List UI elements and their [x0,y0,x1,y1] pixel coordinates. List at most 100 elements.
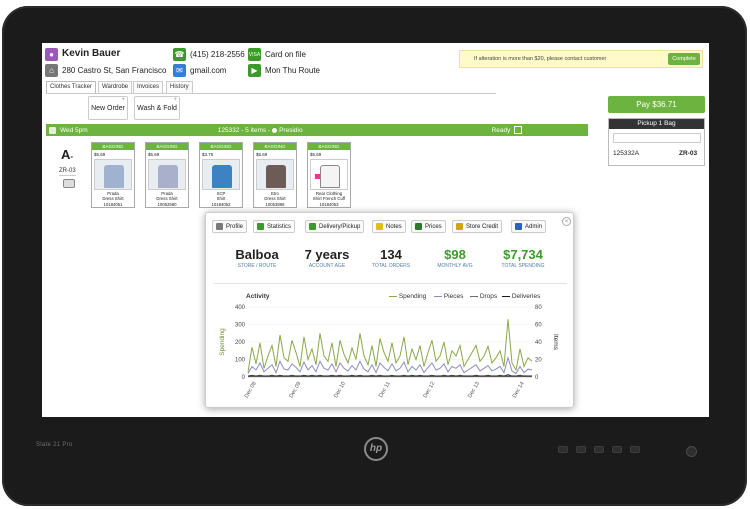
customer-email[interactable]: gmail.com [190,66,226,75]
legend-swatch [389,295,397,298]
legend-swatch [470,295,478,298]
app-screen: ● Kevin Bauer ⌂ 280 Castro St, San Franc… [42,43,709,417]
monitor-model-label: Slate 21 Pro [36,442,73,448]
stat-total-orders: 134 TOTAL ORDERS [371,247,411,269]
x-tick-label: Dec 13 [467,381,481,399]
bezel-button[interactable] [576,446,586,453]
tab-history[interactable]: History [166,81,193,93]
series-line-spending [247,319,533,372]
shirt-icon [320,165,340,188]
bin-code: ZR-03 [59,168,76,176]
garment-description: Etro Dress Shirt 10053896 [264,191,286,207]
modal-tab-profile[interactable]: Profile [212,220,248,233]
user-icon: ● [45,48,58,61]
close-icon[interactable]: × [562,217,571,226]
pickup-code: ZR-03 [679,150,698,157]
complete-button[interactable]: Complete [668,53,700,65]
truck-icon: ▶ [248,64,261,77]
modal-tab-delivery[interactable]: Delivery/Pickup [305,220,365,233]
ready-checkbox[interactable] [514,126,523,134]
y2-tick-label: 20 [535,358,542,364]
garment-photo [94,159,132,190]
garment-card[interactable]: BAGGING $5.69 Etro Dress Shirt 10053896 [253,142,297,208]
order-day: Wed 5pm [60,126,88,134]
shirt-icon [212,165,232,188]
legend-swatch [434,295,442,298]
tab-wardrobe[interactable]: Wardrobe [98,81,133,93]
stat-monthly-avg: $98 MONTHLY AVG [437,247,473,269]
modal-tab-notes[interactable]: Notes [372,220,406,233]
garment-photo [202,159,240,190]
activity-chart: 0 100 200 300 400 0 20 40 60 80 Spending Items Dec 0… [219,305,559,399]
garment-description: Prada Dress Shirt 10052580 [156,191,178,207]
garment-description: Prada Dress Shirt 10184051 [102,191,124,207]
order-bar[interactable]: Wed 5pm 125332 - 5 items - Presidio Read… [46,124,588,136]
x-tick-label: Dec 10 [333,381,347,399]
bezel-button[interactable] [594,446,604,453]
x-tick-label: Dec 11 [378,381,392,399]
print-icon[interactable] [63,179,75,188]
garment-status: BAGGING [200,143,242,150]
garment-status: BAGGING [254,143,296,150]
pickup-order: 125332A [613,150,640,157]
modal-tab-prices[interactable]: Prices [411,220,446,233]
grade-mark: - [70,152,74,161]
statistics-icon [257,223,264,230]
garment-status: BAGGING [308,143,350,150]
hp-logo: hp [364,437,388,461]
card-on-file[interactable]: Card on file [265,50,306,59]
y-axis-label: Spending [219,328,226,356]
order-summary: 125332 - 5 items - [217,126,271,134]
y2-axis-label: Items [552,334,559,351]
delivery-icon [309,223,316,230]
email-icon: ✉ [173,64,186,77]
stat-total-spending: $7,734 TOTAL SPENDING [501,247,545,269]
garment-card[interactable]: BAGGING $5.69 Prada Dress Shirt 10052580 [145,142,189,208]
bezel-button[interactable] [630,446,640,453]
grade-letter: A [61,147,71,162]
legend-swatch [502,295,510,298]
series-line-pieces [247,355,533,375]
y-tick-label: 300 [235,323,246,329]
garment-description: SCP Shirt 10184052 [211,191,231,207]
garment-price: $3.75 [202,152,214,157]
order-status: Ready [491,126,511,134]
modal-tab-store-credit[interactable]: Store Credit [452,220,503,233]
x-tick-label: Dec 09 [288,381,302,399]
customer-stats-modal: × Profile Statistics Delivery/Pickup Not… [205,212,574,408]
home-icon: ⌂ [45,64,58,77]
route-days[interactable]: Mon Thu Route [265,66,320,75]
plus-icon: + [121,97,125,103]
customer-address[interactable]: 280 Castro St, San Francisco [62,66,167,75]
tab-invoices[interactable]: Invoices [133,81,164,93]
modal-tab-statistics[interactable]: Statistics [253,220,296,233]
alteration-notice: If alteration is more than $20, please c… [459,50,703,68]
tab-clothes-tracker[interactable]: Clothes Tracker [46,81,97,93]
modal-tab-admin[interactable]: Admin [511,220,547,233]
garment-photo [310,159,348,190]
power-button[interactable] [686,446,697,457]
shirt-icon [158,165,178,188]
customer-phone[interactable]: (415) 218-2556 [190,50,245,59]
stats-divider [214,283,567,284]
profile-icon [216,223,223,230]
new-order-button[interactable]: New Order + [88,96,128,120]
pay-button[interactable]: Pay $36.71 [608,96,705,113]
bezel-button[interactable] [612,446,622,453]
phone-icon: ☎ [173,48,186,61]
pickup-title: Pickup 1 Bag [609,119,704,129]
pickup-input[interactable] [613,133,701,143]
shirt-icon [266,165,286,188]
garment-card[interactable]: BAGGING $5.69 Rear Clothing Shirt French … [307,142,351,208]
bezel-button[interactable] [558,446,568,453]
y2-tick-label: 40 [535,340,542,346]
garment-card[interactable]: BAGGING $5.69 Prada Dress Shirt 10184051 [91,142,135,208]
calendar-icon [49,126,56,134]
garment-card[interactable]: BAGGING $3.75 SCP Shirt 10184052 [199,142,243,208]
y2-tick-label: 60 [535,323,542,329]
admin-icon [515,223,522,230]
garment-photo [256,159,294,190]
stat-store: Balboa STORE / ROUTE [235,247,279,269]
location-icon [272,127,278,133]
wash-fold-button[interactable]: Wash & Fold + [134,96,180,120]
